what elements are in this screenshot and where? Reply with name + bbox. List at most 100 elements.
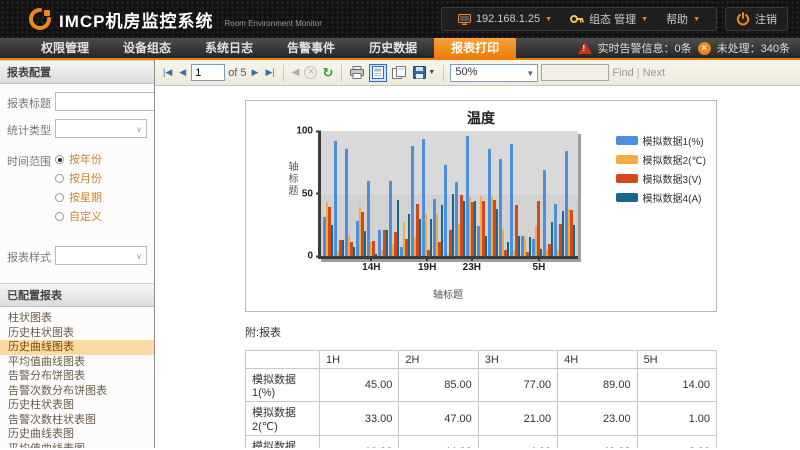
nav-tab[interactable]: 历史数据 [352, 38, 434, 58]
refresh-button[interactable]: ↻ [320, 64, 335, 82]
value-cell: 23.00 [558, 402, 637, 436]
page-setup-button[interactable] [390, 64, 408, 82]
report-list-item[interactable]: 告警次数柱状表图 [0, 413, 154, 428]
chevron-down-icon: ▼ [641, 16, 648, 23]
report-style-label: 报表样式 [7, 246, 55, 265]
export-button[interactable]: ▼ [411, 64, 437, 82]
legend-item: 模拟数据4(A) [616, 190, 706, 205]
bar [408, 214, 411, 257]
app-subtitle: Room Environment Monitor [225, 19, 322, 32]
prev-page-button[interactable]: ◀ [177, 66, 188, 79]
value-cell: 40.00 [558, 436, 637, 449]
value-cell: 47.00 [399, 402, 478, 436]
legend-swatch [616, 136, 638, 145]
chevron-down-icon: ∨ [136, 125, 142, 134]
value-cell: 10.00 [320, 436, 399, 449]
bar-group [521, 131, 532, 256]
report-list-item[interactable]: 历史曲线图表 [0, 340, 154, 355]
y-tick-mark [316, 193, 321, 195]
y-axis-tick: 100 [296, 126, 321, 137]
help-menu[interactable]: 帮助 ▼ [660, 11, 706, 27]
report-list-item[interactable]: 历史柱状图表 [0, 326, 154, 341]
print-layout-toggle[interactable] [369, 64, 387, 82]
find-link[interactable]: Find [612, 67, 633, 79]
cancel-button[interactable]: × [304, 66, 317, 79]
time-range-option[interactable]: 按月份 [55, 170, 102, 186]
next-page-button[interactable]: ▶ [250, 66, 261, 79]
nav-tab[interactable]: 报表打印 [434, 38, 516, 58]
find-next-link[interactable]: Next [643, 67, 666, 79]
print-button[interactable] [348, 64, 366, 82]
toolbar-divider [341, 65, 342, 81]
user-menu[interactable]: 组态 管理 ▼ [564, 11, 654, 27]
realtime-alert-status: 实时告警信息：0条 [598, 40, 692, 56]
bar [364, 231, 367, 256]
user-menu-label: 组态 管理 [589, 11, 636, 27]
report-list-item[interactable]: 平均值曲线图表 [0, 355, 154, 370]
app-logo: IMCP机房监控系统 Room Environment Monitor [28, 7, 322, 32]
y-tick-label: 50 [302, 188, 313, 199]
bar [551, 222, 554, 256]
bar [562, 211, 565, 256]
bar [540, 249, 543, 257]
nav-tab[interactable]: 权限管理 [24, 38, 106, 58]
help-label: 帮助 [666, 11, 688, 27]
time-range-option[interactable]: 自定义 [55, 208, 102, 224]
stat-type-select[interactable]: ∨ [55, 119, 147, 138]
report-list-item[interactable]: 告警分布饼图表 [0, 369, 154, 384]
x-axis-title: 轴标题 [318, 286, 578, 301]
report-list-item[interactable]: 历史曲线表图 [0, 427, 154, 442]
zoom-select[interactable]: 50% ▼ [450, 64, 538, 82]
time-range-label: 时间范围 [7, 150, 55, 169]
table-header-cell: 1H [320, 351, 399, 369]
nav-tab[interactable]: 系统日志 [188, 38, 270, 58]
bar-group [400, 131, 411, 256]
table-row: 模拟数据1(%)45.0085.0077.0089.0014.00 [246, 369, 717, 402]
chart-plot: 05010014H19H23H5H [318, 131, 578, 259]
report-list-item[interactable]: 历史柱状表图 [0, 398, 154, 413]
bar-group [356, 131, 367, 256]
server-ip-menu[interactable]: 192.168.1.25 ▼ [452, 13, 558, 25]
bar [554, 204, 557, 257]
bar [386, 230, 389, 256]
last-page-button[interactable]: ▶| [263, 66, 276, 79]
time-range-option[interactable]: 按年份 [55, 151, 102, 167]
bar-group [334, 131, 345, 256]
table-header-cell: 5H [637, 351, 716, 369]
report-list-item[interactable]: 柱状图表 [0, 311, 154, 326]
x-tick-label: 5H [533, 262, 546, 273]
report-list-item[interactable]: 告警次数分布饼图表 [0, 384, 154, 399]
first-page-button[interactable]: |◀ [161, 66, 174, 79]
page-number-input[interactable] [191, 64, 225, 81]
bar-group [367, 131, 378, 256]
back-button[interactable]: ◀ [290, 66, 302, 79]
legend-swatch [616, 193, 638, 202]
y-tick-label: 0 [307, 251, 313, 262]
chart-legend: 模拟数据1(%)模拟数据2(℃)模拟数据3(V)模拟数据4(A) [616, 133, 706, 205]
find-text-input[interactable] [541, 64, 609, 81]
bar [444, 165, 447, 256]
bar-group [554, 131, 565, 256]
bar [353, 247, 356, 256]
nav-tab[interactable]: 告警事件 [270, 38, 352, 58]
report-toolbar: |◀ ◀ of 5 ▶ ▶| ◀ × ↻ [155, 60, 800, 86]
stat-type-label: 统计类型 [7, 119, 55, 138]
time-range-option[interactable]: 按星期 [55, 189, 102, 205]
nav-tab[interactable]: 设备组态 [106, 38, 188, 58]
chevron-down-icon: ∨ [136, 252, 142, 261]
bar [474, 201, 477, 256]
value-cell: 89.00 [558, 369, 637, 402]
report-list-item[interactable]: 平均值曲线表图 [0, 442, 154, 449]
logout-button[interactable]: 注销 [725, 7, 788, 31]
radio-icon [55, 193, 64, 202]
report-style-select[interactable]: ∨ [55, 246, 147, 265]
table-body: 模拟数据1(%)45.0085.0077.0089.0014.00模拟数据2(℃… [246, 369, 717, 449]
value-cell: 85.00 [399, 369, 478, 402]
legend-swatch [616, 174, 638, 183]
bar [543, 170, 546, 256]
report-title-input[interactable] [55, 92, 155, 111]
table-header-row: 1H2H3H4H5H [246, 351, 717, 369]
legend-item: 模拟数据3(V) [616, 171, 706, 186]
row-label-cell: 模拟数据3(V) [246, 436, 320, 449]
bar-group [477, 131, 488, 256]
